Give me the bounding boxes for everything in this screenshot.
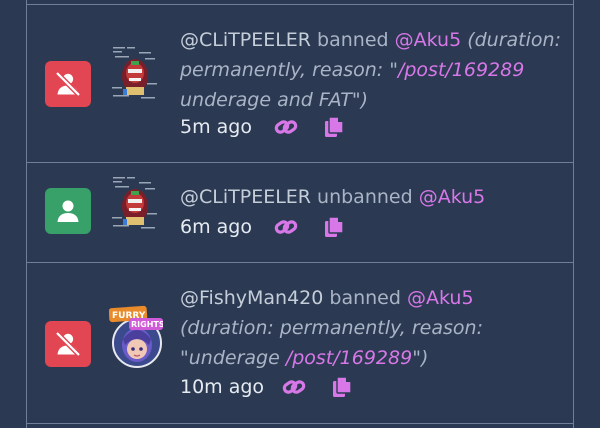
entry-meta: 5m ago (180, 113, 370, 141)
permalink-button[interactable] (274, 115, 298, 139)
mod-action-list: @CLiTPEELER banned @Aku5 (duration: perm… (26, 0, 574, 428)
timestamp: 5m ago (180, 116, 252, 138)
avatar[interactable] (109, 173, 161, 235)
action-verb: unbanned (311, 186, 419, 208)
list-item: @CLiTPEELER unbanned @Aku5 6m ago (27, 163, 573, 263)
ban-badge (45, 61, 91, 107)
copy-icon (333, 376, 352, 397)
target-user-link[interactable]: @Aku5 (419, 186, 486, 208)
target-user-link[interactable]: @Aku5 (395, 29, 462, 51)
list-item: FURRY RIGHTS @FishyMan420 banned @Aku5 (… (27, 263, 573, 424)
target-user-link[interactable]: @Aku5 (407, 287, 474, 309)
timestamp: 6m ago (180, 216, 252, 238)
permalink-button[interactable] (274, 215, 298, 239)
action-verb: banned (323, 287, 407, 309)
ban-detail-suffix: underage and FAT") (180, 89, 369, 111)
user-slash-icon (55, 331, 81, 357)
entry-description: @CLiTPEELER unbanned @Aku5 (180, 182, 570, 212)
list-item: @CLiTPEELER banned @Aku5 (duration: perm… (27, 5, 573, 163)
moderation-log: @CLiTPEELER banned @Aku5 (duration: perm… (0, 0, 600, 428)
entry-meta: 6m ago (180, 213, 370, 241)
user-icon (57, 200, 79, 222)
permalink-button[interactable] (282, 375, 306, 399)
actor-link[interactable]: @CLiTPEELER (180, 29, 311, 51)
copy-icon (325, 216, 344, 237)
avatar[interactable]: FURRY RIGHTS (108, 303, 165, 368)
copy-button[interactable] (322, 215, 346, 239)
actor-link[interactable]: @CLiTPEELER (180, 186, 311, 208)
entry-meta: 10m ago (180, 373, 378, 401)
action-verb: banned (311, 29, 395, 51)
avatar-label-bottom: RIGHTS (131, 320, 163, 329)
copy-icon (325, 116, 344, 137)
avatar-image (109, 43, 161, 105)
entry-description: @CLiTPEELER banned @Aku5 (duration: perm… (180, 25, 570, 115)
actor-link[interactable]: @FishyMan420 (180, 287, 323, 309)
ban-badge (45, 321, 91, 367)
avatar-image: FURRY RIGHTS (108, 305, 165, 368)
unban-badge (45, 188, 91, 234)
post-link[interactable]: /post/169289 (286, 347, 412, 369)
avatar-image (109, 173, 161, 235)
copy-button[interactable] (322, 115, 346, 139)
user-slash-icon (55, 71, 81, 97)
timestamp: 10m ago (180, 376, 265, 398)
post-link[interactable]: /post/169289 (398, 59, 524, 81)
ban-detail-suffix: ") (412, 347, 429, 369)
avatar[interactable] (109, 43, 161, 105)
link-icon (282, 380, 306, 394)
link-icon (274, 120, 298, 134)
entry-description: @FishyMan420 banned @Aku5 (duration: per… (180, 283, 570, 373)
copy-button[interactable] (330, 375, 354, 399)
link-icon (274, 220, 298, 234)
